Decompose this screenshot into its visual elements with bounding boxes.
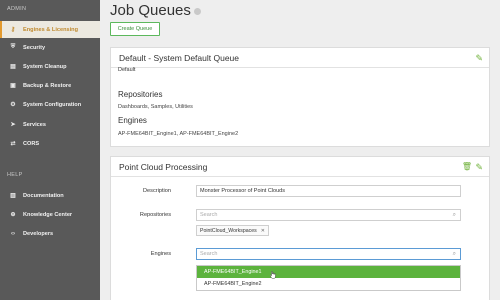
description-label: Description <box>143 188 171 194</box>
search-icon: ⌕ <box>452 251 456 257</box>
repositories-search-input[interactable]: Search ⌕ <box>196 209 461 221</box>
description-field[interactable]: Monster Processor of Point Clouds <box>196 185 461 197</box>
repository-tag: PointCloud_Workspaces ✕ <box>196 225 270 236</box>
sidebar-item-services[interactable]: ➤ Services <box>0 116 100 133</box>
sidebar-item-label: System Cleanup <box>23 63 67 70</box>
repository-tag-label: PointCloud_Workspaces <box>200 227 257 234</box>
sidebar-item-backup-restore[interactable]: ▣ Backup & Restore <box>0 77 100 94</box>
shield-icon: ⛨ <box>10 44 16 50</box>
repositories-label: Repositories <box>139 212 171 218</box>
edit-pencil-icon[interactable]: ✎ <box>475 162 483 173</box>
cleanup-icon: ▤ <box>10 64 16 70</box>
mouse-pointer-icon <box>270 271 276 279</box>
search-globe-icon: ⊕ <box>10 212 16 218</box>
key-icon: ⚷ <box>10 27 16 33</box>
sidebar-item-label: Developers <box>23 230 54 237</box>
sidebar-item-label: Services <box>23 121 47 128</box>
sidebar-item-cors[interactable]: ⇄ CORS <box>0 135 100 152</box>
remove-tag-icon[interactable]: ✕ <box>261 228 265 234</box>
book-icon: ▥ <box>10 193 16 199</box>
repositories-heading: Repositories <box>118 90 163 99</box>
edit-pencil-icon[interactable]: ✎ <box>475 53 483 64</box>
main-content: Job Queues Create Queue Default - System… <box>100 0 500 300</box>
page-title: Job Queues <box>110 2 191 19</box>
sidebar: ADMIN ⚷ Engines & Licensing ⛨ Security ▤… <box>0 0 100 300</box>
backup-icon: ▣ <box>10 83 16 89</box>
exchange-icon: ⇄ <box>10 141 16 147</box>
sidebar-item-system-cleanup[interactable]: ▤ System Cleanup <box>0 58 100 75</box>
description-value: Monster Processor of Point Clouds <box>200 188 285 194</box>
sidebar-item-label: Backup & Restore <box>23 82 72 89</box>
sidebar-section-help: HELP <box>7 172 23 178</box>
queue-title: Default - System Default Queue <box>119 52 240 63</box>
sidebar-item-security[interactable]: ⛨ Security <box>0 39 100 56</box>
page-title-row: Job Queues <box>110 2 201 19</box>
queue-subtitle: Default <box>118 67 136 73</box>
engines-dropdown: AP-FME64BIT_Engine1 AP-FME64BIT_Engine2 <box>196 265 461 291</box>
sidebar-item-label: Knowledge Center <box>23 211 73 218</box>
engines-heading: Engines <box>118 116 147 125</box>
engines-value: AP-FME64BIT_Engine1, AP-FME64BIT_Engine2 <box>118 131 239 137</box>
create-queue-button[interactable]: Create Queue <box>110 22 160 36</box>
gear-icon: ⚙ <box>10 102 16 108</box>
queue-title: Point Cloud Processing <box>119 161 208 172</box>
repositories-value: Dashboards, Samples, Utilities <box>118 104 193 110</box>
engines-search-input[interactable]: Search ⌕ <box>196 248 461 260</box>
queue-panel-header: Point Cloud Processing 🗑 ✎ <box>111 157 489 177</box>
engines-label: Engines <box>150 251 171 257</box>
sidebar-item-documentation[interactable]: ▥ Documentation <box>0 187 100 204</box>
queue-panel-header: Default - System Default Queue ✎ <box>111 48 489 68</box>
engines-placeholder: Search <box>200 251 218 257</box>
repositories-placeholder: Search <box>200 212 218 218</box>
code-icon: ‹› <box>11 230 15 237</box>
help-icon[interactable] <box>193 8 201 15</box>
sidebar-item-label: CORS <box>23 140 40 147</box>
sidebar-section-admin: ADMIN <box>7 6 27 12</box>
sidebar-item-label: Security <box>23 44 46 51</box>
queue-panel-edit: Point Cloud Processing 🗑 ✎ Description M… <box>110 156 490 300</box>
paper-plane-icon: ➤ <box>10 122 16 128</box>
sidebar-item-knowledge-center[interactable]: ⊕ Knowledge Center <box>0 206 100 223</box>
sidebar-item-label: System Configuration <box>23 101 82 108</box>
sidebar-item-system-configuration[interactable]: ⚙ System Configuration <box>0 96 100 113</box>
search-icon: ⌕ <box>452 212 456 218</box>
queue-panel-default: Default - System Default Queue ✎ Default… <box>110 47 490 147</box>
sidebar-item-developers[interactable]: ‹› Developers <box>0 225 100 242</box>
sidebar-item-label: Engines & Licensing <box>23 26 79 33</box>
trash-icon[interactable]: 🗑 <box>462 162 472 171</box>
engine-option[interactable]: AP-FME64BIT_Engine1 <box>197 266 460 278</box>
sidebar-item-label: Documentation <box>23 192 64 199</box>
engine-option[interactable]: AP-FME64BIT_Engine2 <box>197 278 460 290</box>
sidebar-item-engines-licensing[interactable]: ⚷ Engines & Licensing <box>0 21 100 38</box>
